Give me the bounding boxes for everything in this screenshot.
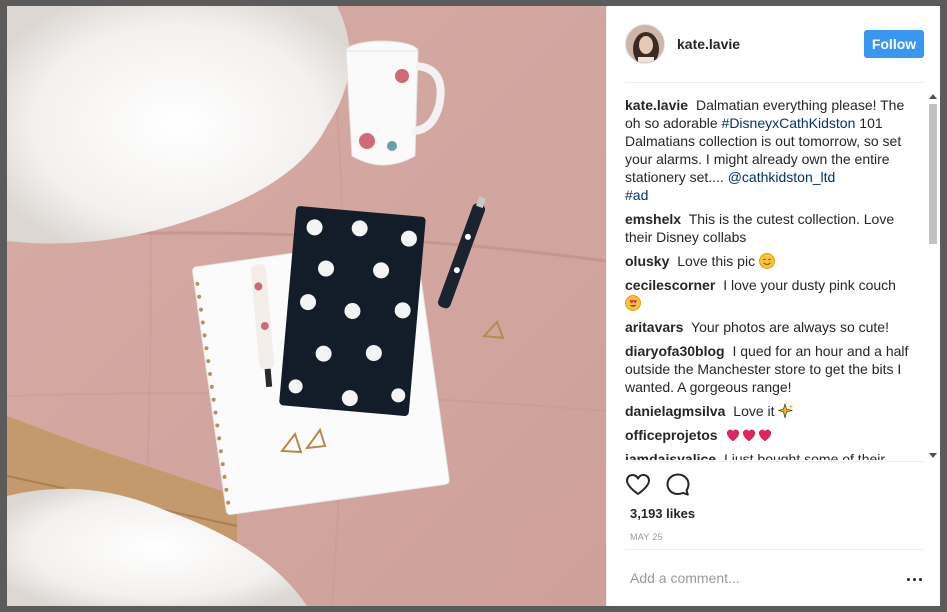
caption-username[interactable]: kate.lavie: [625, 97, 688, 113]
scroll-down-arrow-icon[interactable]: [929, 453, 937, 458]
dot: [918, 577, 922, 581]
photo-illustration: [7, 6, 606, 606]
comment-item: olusky Love this pic: [625, 252, 915, 270]
comment-text: Love this pic: [677, 253, 756, 269]
comments-scrollbar[interactable]: [925, 88, 940, 462]
hashtag-link[interactable]: #DisneyxCathKidston: [722, 115, 856, 131]
comment-text: I love your dusty pink couch: [723, 277, 896, 293]
comment-text: I just bought some of their: [723, 451, 886, 460]
dot: [912, 577, 916, 581]
post-modal: kate.lavie Follow kate.lavie Dalmatian e…: [7, 6, 940, 606]
avatar-image: [626, 25, 664, 63]
speech-bubble-icon[interactable]: [665, 472, 691, 498]
caption: kate.lavie Dalmatian everything please! …: [625, 96, 915, 204]
scroll-up-arrow-icon[interactable]: [929, 94, 937, 99]
author-avatar[interactable]: [625, 24, 665, 64]
three-red-hearts-emoji-icon: [727, 429, 772, 442]
comment-username[interactable]: emshelx: [625, 211, 681, 227]
comment-item: diaryofa30blog I qued for an hour and a …: [625, 342, 915, 396]
dot: [906, 577, 910, 581]
comments-list[interactable]: kate.lavie Dalmatian everything please! …: [625, 96, 915, 460]
comment-item: officeprojetos: [625, 426, 915, 444]
likes-count[interactable]: 3,193 likes: [630, 506, 695, 521]
comment-item: cecilescorner I love your dusty pink cou…: [625, 276, 915, 312]
ellipsis-icon[interactable]: [905, 572, 923, 586]
post-actions: [625, 461, 925, 501]
scrollbar-thumb[interactable]: [929, 104, 937, 244]
heart-outline-icon[interactable]: [625, 472, 651, 498]
hashtag-ad-link[interactable]: #ad: [625, 187, 648, 203]
post-photo: [7, 6, 606, 606]
comment-username[interactable]: aritavars: [625, 319, 683, 335]
comment-item: danielagmsilva Love it: [625, 402, 915, 420]
add-comment-bar: [625, 549, 923, 606]
comment-item: iamdaisyalice I just bought some of thei…: [625, 450, 915, 460]
comment-text: Love it: [733, 403, 775, 419]
comment-item: emshelx This is the cutest collection. L…: [625, 210, 915, 246]
sparkles-emoji-icon: [778, 403, 795, 419]
comment-username[interactable]: danielagmsilva: [625, 403, 725, 419]
smiling-face-emoji-icon: [758, 253, 775, 269]
follow-button[interactable]: Follow: [864, 30, 924, 58]
comment-username[interactable]: officeprojetos: [625, 427, 718, 443]
mention-link[interactable]: @cathkidston_ltd: [728, 169, 836, 185]
post-header: kate.lavie Follow: [625, 6, 924, 83]
comment-username[interactable]: olusky: [625, 253, 669, 269]
author-username[interactable]: kate.lavie: [677, 36, 740, 52]
comment-item: aritavars Your photos are always so cute…: [625, 318, 915, 336]
comment-username[interactable]: cecilescorner: [625, 277, 715, 293]
post-side-panel: kate.lavie Follow kate.lavie Dalmatian e…: [606, 6, 940, 606]
comment-text: Your photos are always so cute!: [691, 319, 889, 335]
heart-eyes-emoji-icon: [625, 295, 641, 311]
comment-username[interactable]: iamdaisyalice: [625, 451, 716, 460]
add-comment-input[interactable]: [625, 570, 875, 586]
comment-username[interactable]: diaryofa30blog: [625, 343, 725, 359]
post-date[interactable]: MAY 25: [630, 532, 663, 542]
